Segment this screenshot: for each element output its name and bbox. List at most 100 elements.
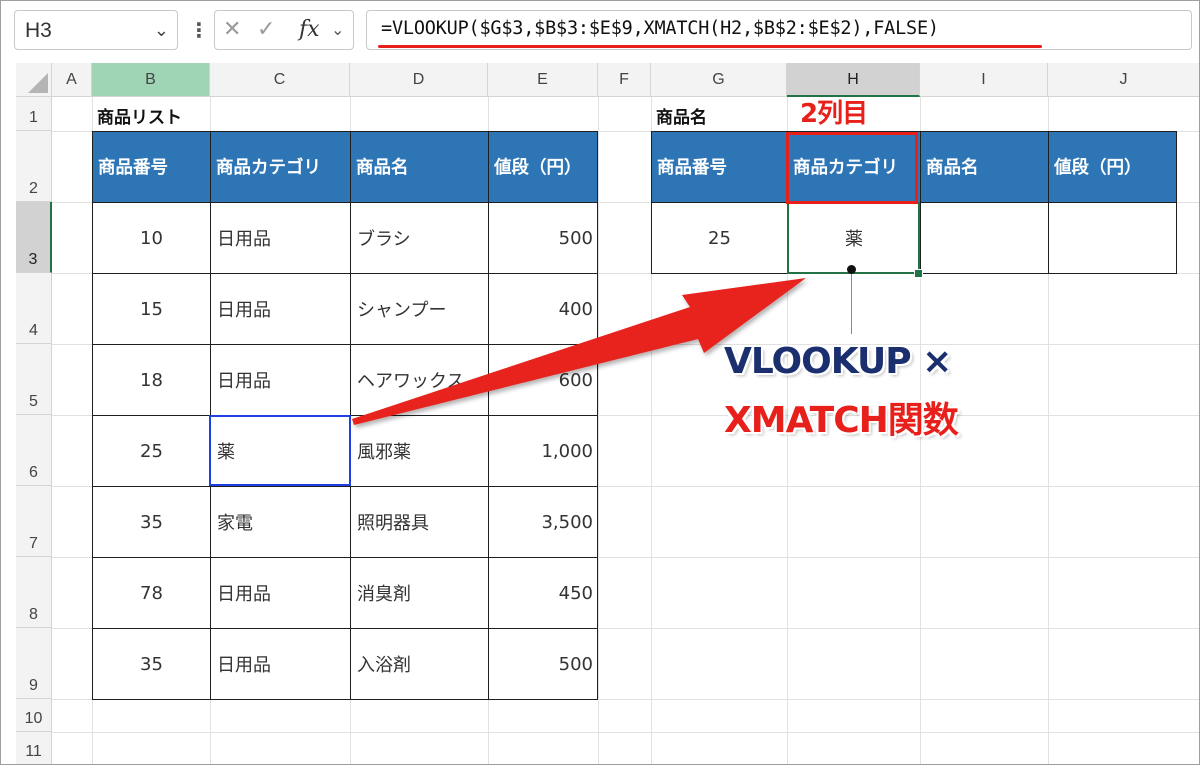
- formula-underline: [378, 45, 1042, 48]
- spreadsheet-app: H3 ⌄ ⋮ ✕ ✓ fx ⌄ =VLOOKUP($G$3,$B$3:$E$9,…: [0, 0, 1200, 765]
- table-cell[interactable]: 日用品: [210, 344, 351, 416]
- formula-bar-area: H3 ⌄ ⋮ ✕ ✓ fx ⌄ =VLOOKUP($G$3,$B$3:$E$9,…: [0, 0, 1200, 63]
- table-cell[interactable]: 500: [488, 202, 598, 274]
- column-header-d[interactable]: D: [350, 63, 488, 97]
- formula-input[interactable]: =VLOOKUP($G$3,$B$3:$E$9,XMATCH(H2,$B$2:$…: [366, 10, 1192, 50]
- source-cell-highlight: [209, 415, 351, 486]
- table-cell[interactable]: 600: [488, 344, 598, 416]
- header-highlight-box: [786, 132, 918, 204]
- table-cell[interactable]: 3,500: [488, 486, 598, 558]
- column-header-a[interactable]: A: [52, 63, 92, 97]
- callout-title-line2: XMATCH関数: [724, 400, 959, 441]
- column-header-h[interactable]: H: [787, 63, 920, 97]
- column-index-label: 2列目: [800, 99, 868, 129]
- chevron-down-icon[interactable]: ⌄: [331, 20, 344, 39]
- column-header-g[interactable]: G: [651, 63, 787, 97]
- column-header-i[interactable]: I: [920, 63, 1048, 97]
- worksheet-grid[interactable]: A B C D E F G H I J 1 2 3 4 5 6 7 8 9 10…: [0, 63, 1200, 765]
- lookup-key-cell[interactable]: 25: [651, 202, 788, 274]
- table-cell[interactable]: 家電: [210, 486, 351, 558]
- table-cell[interactable]: 照明器具: [350, 486, 489, 558]
- formula-text: =VLOOKUP($G$3,$B$3:$E$9,XMATCH(H2,$B$2:$…: [381, 18, 939, 39]
- table-cell[interactable]: 日用品: [210, 557, 351, 629]
- pointer-line: [851, 270, 852, 334]
- table-cell[interactable]: 35: [92, 628, 211, 700]
- pointer-dot: [847, 265, 856, 274]
- left-table-title: 商品リスト: [97, 108, 182, 128]
- table-cell[interactable]: 入浴剤: [350, 628, 489, 700]
- row-header-1[interactable]: 1: [16, 97, 52, 131]
- name-box[interactable]: H3 ⌄: [14, 10, 178, 50]
- table-cell[interactable]: 450: [488, 557, 598, 629]
- row-header-11[interactable]: 11: [16, 732, 52, 765]
- right-header-price[interactable]: 値段（円）: [1048, 131, 1177, 203]
- fill-handle[interactable]: [914, 269, 923, 278]
- table-cell[interactable]: 1,000: [488, 415, 598, 487]
- formula-buttons: ✕ ✓ fx ⌄: [214, 10, 354, 50]
- table-cell[interactable]: 10: [92, 202, 211, 274]
- row-number: 9: [29, 677, 38, 694]
- active-cell-border: [787, 202, 920, 274]
- result-name-cell[interactable]: [920, 202, 1049, 274]
- more-options-icon[interactable]: ⋮: [189, 10, 209, 50]
- table-cell[interactable]: 日用品: [210, 273, 351, 345]
- table-cell[interactable]: ブラシ: [350, 202, 489, 274]
- table-cell[interactable]: 25: [92, 415, 211, 487]
- row-header-4[interactable]: 4: [16, 273, 52, 344]
- table-cell[interactable]: 風邪薬: [350, 415, 489, 487]
- left-header-price[interactable]: 値段（円）: [488, 131, 598, 203]
- table-cell[interactable]: 15: [92, 273, 211, 345]
- row-header-8[interactable]: 8: [16, 557, 52, 628]
- row-number: 3: [28, 251, 38, 268]
- row-header-3[interactable]: 3: [16, 202, 52, 273]
- row-header-7[interactable]: 7: [16, 486, 52, 557]
- row-header-10[interactable]: 10: [16, 699, 52, 732]
- row-number: 1: [29, 109, 38, 126]
- name-box-value: H3: [25, 19, 52, 42]
- select-all-corner[interactable]: [16, 63, 52, 97]
- row-number: 2: [29, 180, 38, 197]
- row-header-2[interactable]: 2: [16, 131, 52, 202]
- table-cell[interactable]: 35: [92, 486, 211, 558]
- row-number: 5: [29, 393, 38, 410]
- table-cell[interactable]: 消臭剤: [350, 557, 489, 629]
- row-header-6[interactable]: 6: [16, 415, 52, 486]
- row-number: 8: [29, 606, 38, 623]
- table-cell[interactable]: シャンプー: [350, 273, 489, 345]
- table-cell[interactable]: 日用品: [210, 628, 351, 700]
- column-header-j[interactable]: J: [1048, 63, 1200, 97]
- table-cell[interactable]: ヘアワックス: [350, 344, 489, 416]
- check-icon[interactable]: ✓: [257, 17, 275, 42]
- table-cell[interactable]: 400: [488, 273, 598, 345]
- row-number: 10: [24, 710, 43, 727]
- row-header-5[interactable]: 5: [16, 344, 52, 415]
- insert-function-icon[interactable]: fx: [299, 17, 320, 42]
- triangle-icon: [28, 73, 48, 93]
- row-number: 11: [25, 743, 42, 760]
- column-header-c[interactable]: C: [210, 63, 350, 97]
- row-number: 6: [29, 464, 38, 481]
- row-number: 7: [29, 535, 38, 552]
- table-cell[interactable]: 78: [92, 557, 211, 629]
- left-header-number[interactable]: 商品番号: [92, 131, 211, 203]
- gridline: [52, 732, 1200, 733]
- left-margin: [0, 63, 16, 765]
- result-price-cell[interactable]: [1048, 202, 1177, 274]
- chevron-down-icon[interactable]: ⌄: [154, 20, 169, 41]
- column-header-e[interactable]: E: [488, 63, 598, 97]
- callout-title-line1: VLOOKUP ×: [724, 341, 952, 382]
- right-header-number[interactable]: 商品番号: [651, 131, 788, 203]
- table-cell[interactable]: 18: [92, 344, 211, 416]
- column-header-f[interactable]: F: [598, 63, 651, 97]
- row-number: 4: [29, 322, 38, 339]
- table-cell[interactable]: 日用品: [210, 202, 351, 274]
- cancel-icon[interactable]: ✕: [223, 17, 241, 42]
- right-table-title: 商品名: [656, 108, 707, 128]
- left-header-name[interactable]: 商品名: [350, 131, 489, 203]
- left-header-category[interactable]: 商品カテゴリ: [210, 131, 351, 203]
- row-header-9[interactable]: 9: [16, 628, 52, 699]
- column-header-b[interactable]: B: [92, 63, 210, 97]
- right-header-name[interactable]: 商品名: [920, 131, 1049, 203]
- gridline: [598, 97, 599, 765]
- table-cell[interactable]: 500: [488, 628, 598, 700]
